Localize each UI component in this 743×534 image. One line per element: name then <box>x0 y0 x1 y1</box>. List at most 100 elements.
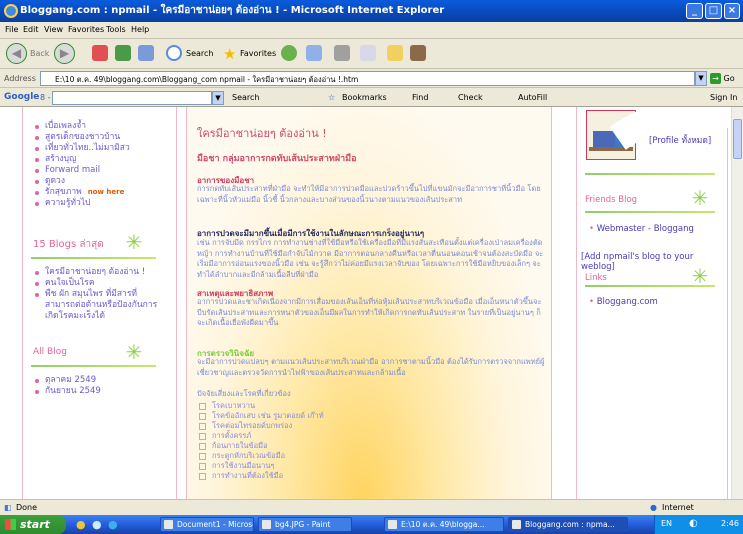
taskbar: start ● ● ● Document1 - Microsof... bg4.… <box>0 515 743 534</box>
status-bar: ◧ Done ● Internet <box>0 499 743 515</box>
list-item[interactable]: ใครมีอาชาน่อยๆ ต้องอ่าน ! <box>35 267 165 278</box>
list-item[interactable]: เบื่อเพลงจ้ำ <box>35 121 130 132</box>
page-done-icon: ◧ <box>4 503 12 512</box>
window-title-bar[interactable]: Bloggang.com : npmail - ใครมีอาชาน่อยๆ ต… <box>0 0 743 22</box>
taskbar-item[interactable]: bg4.JPG - Paint <box>258 517 352 532</box>
google-logo[interactable]: Google <box>4 92 39 102</box>
recent-blogs-list: ใครมีอาชาน่อยๆ ต้องอ่าน ! คนใจเป็นโรค พื… <box>35 267 165 322</box>
menu-help[interactable]: Help <box>131 25 149 34</box>
google-menu-icon[interactable]: 8 - <box>40 93 51 102</box>
quicklaunch-icon[interactable]: ● <box>92 518 102 531</box>
paragraph: ปัจจัยเสี่ยงและโรคที่เกี่ยวข้อง <box>197 389 291 398</box>
search-icon[interactable] <box>166 45 182 61</box>
list-item: โรคเบาหวาน <box>199 401 255 411</box>
google-search-input[interactable] <box>52 91 212 105</box>
taskbar-item[interactable]: E:\10 ต.ค. 49\blogga... <box>384 517 504 532</box>
forward-arrow-icon[interactable]: ▶ <box>54 43 75 64</box>
list-item[interactable]: ตุลาคม 2549 <box>35 375 101 386</box>
language-indicator[interactable]: EN <box>661 519 672 528</box>
list-item[interactable]: กันยายน 2549 <box>35 386 101 397</box>
status-text: Done <box>16 503 38 512</box>
list-item[interactable]: สูตรเด็กของชาวบ้าน <box>35 132 130 143</box>
google-search-button[interactable]: Search <box>232 93 259 102</box>
go-button[interactable]: → Go <box>710 71 743 86</box>
address-input[interactable]: E:\10 ต.ค. 49\bloggang.com\Bloggang_com … <box>40 71 695 86</box>
menu-view[interactable]: View <box>44 25 63 34</box>
list-item: กระดูกหักบริเวณข้อมือ <box>199 451 285 461</box>
window-title: Bloggang.com : npmail - ใครมีอาชาน่อยๆ ต… <box>20 5 445 16</box>
clock[interactable]: 2:46 <box>721 519 739 528</box>
close-button[interactable]: × <box>724 3 740 19</box>
menu-file[interactable]: File <box>5 25 18 34</box>
ie-app-icon[interactable] <box>4 4 18 18</box>
check-button[interactable]: Check <box>458 93 483 102</box>
post-subtitle: มือชา กลุ่มอาการกดทับเส้นประสาทฝ่ามือ <box>197 154 357 164</box>
standard-toolbar: ◀ Back ▶ Search ★ Favorites <box>0 39 743 69</box>
mail-icon[interactable] <box>306 45 322 61</box>
internet-zone-icon: ● <box>650 503 657 512</box>
edit-icon[interactable] <box>360 45 376 61</box>
bookmarks-button[interactable]: Bookmarks <box>342 93 387 102</box>
list-item[interactable]: ความรู้ทั่วไป <box>35 198 130 209</box>
bookmarks-star-icon[interactable]: ☆ <box>328 93 335 102</box>
google-toolbar: Google 8 - ▼ Search ☆ Bookmarks Find Che… <box>0 88 743 107</box>
refresh-icon[interactable] <box>115 45 131 61</box>
address-label: Address <box>4 74 36 83</box>
bullet-icon <box>199 422 206 430</box>
address-dropdown-icon[interactable]: ▼ <box>695 71 707 86</box>
quicklaunch-icon[interactable]: ● <box>76 518 86 531</box>
autofill-button[interactable]: AutoFill <box>518 93 547 102</box>
folder-icon[interactable] <box>387 45 403 61</box>
maximize-button[interactable]: □ <box>705 3 722 19</box>
paragraph: จะมีอาการปวดแปลบๆ ตามแนวเส้นประสาทบริเวณ… <box>197 357 545 377</box>
paragraph: อาการปวดและชาเกิดเนื่องจากมีการเสื่อมของ… <box>197 297 542 327</box>
list-item[interactable]: เที่ยวทั่วไทย..ไม่มามิสว <box>35 143 130 154</box>
home-icon[interactable] <box>138 45 154 61</box>
search-button-label[interactable]: Search <box>186 49 213 58</box>
address-bar: Address E:\10 ต.ค. 49\bloggang.com\Blogg… <box>0 69 743 88</box>
minimize-button[interactable]: _ <box>686 3 703 19</box>
start-button[interactable]: start <box>0 515 66 534</box>
list-item: โรคข้ออักเสบ เช่น รูมาตอยด์ เก๊าท์ <box>199 411 324 421</box>
vertical-scrollbar[interactable] <box>731 107 743 499</box>
back-arrow-icon[interactable]: ◀ <box>6 43 27 64</box>
sun-decoration-icon: ✳ <box>125 340 143 364</box>
list-item[interactable]: คนใจเป็นโรค <box>35 278 165 289</box>
stop-icon[interactable] <box>92 45 108 61</box>
go-label: Go <box>723 74 735 83</box>
vine-divider <box>31 365 156 367</box>
history-icon[interactable] <box>281 45 297 61</box>
left-category-list: เบื่อเพลงจ้ำ สูตรเด็กของชาวบ้าน เที่ยวทั… <box>35 121 130 209</box>
left-sidebar: เบื่อเพลงจ้ำ สูตรเด็กของชาวบ้าน เที่ยวทั… <box>22 107 177 499</box>
google-search-dropdown-icon[interactable]: ▼ <box>212 91 224 105</box>
taskbar-item[interactable]: Document1 - Microsof... <box>160 517 254 532</box>
favorites-star-icon[interactable]: ★ <box>223 45 236 63</box>
sun-decoration-icon: ✳ <box>125 230 143 254</box>
archive-list: ตุลาคม 2549 กันยายน 2549 <box>35 375 101 397</box>
scrollbar-thumb[interactable] <box>733 119 742 159</box>
list-item[interactable]: พืช ผัก สมุนไพร ที่มีสารที่ สามารถต่อต้า… <box>35 289 165 322</box>
menu-tools[interactable]: Tools <box>106 25 126 34</box>
back-button-label[interactable]: Back <box>30 49 49 58</box>
menu-edit[interactable]: Edit <box>23 25 39 34</box>
list-item[interactable]: สร้างบุญ <box>35 154 130 165</box>
list-item: ก้อนภายในข้อมือ <box>199 441 268 451</box>
favorites-button-label[interactable]: Favorites <box>240 49 276 58</box>
bullet-icon <box>199 452 206 460</box>
paragraph: การกดทับเส้นประสาทที่ฝ่ามือ จะทำให้มีอาก… <box>197 184 541 204</box>
bullet-icon <box>199 412 206 420</box>
messenger-icon[interactable] <box>410 45 426 61</box>
paragraph: เช่น การจับมีด กรรไกร การทำงานช่างที่ใช้… <box>197 238 544 279</box>
menu-favorites[interactable]: Favorites <box>68 25 104 34</box>
list-item[interactable]: รักสุขภาพ now here <box>35 187 130 198</box>
taskbar-item-active[interactable]: Bloggang.com : npma... <box>508 517 628 532</box>
list-item[interactable]: ดูดวง <box>35 176 130 187</box>
find-button[interactable]: Find <box>412 93 428 102</box>
google-signin-button[interactable]: Sign In <box>710 93 737 102</box>
quicklaunch-icon[interactable]: ● <box>108 518 118 531</box>
volume-icon[interactable]: ◐ <box>689 518 698 529</box>
print-icon[interactable] <box>334 45 350 61</box>
list-item[interactable]: Forward mail <box>35 165 130 176</box>
list-item: โรคต่อมไทรอยด์บกพร่อง <box>199 421 292 431</box>
system-tray: EN ◐ 2:46 <box>654 515 743 534</box>
